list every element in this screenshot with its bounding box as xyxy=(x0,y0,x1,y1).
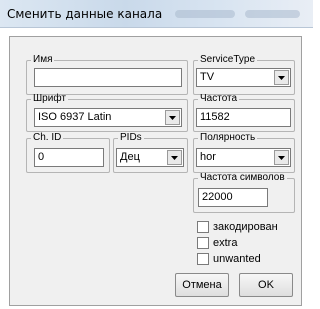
background-blur xyxy=(245,10,300,18)
polarity-select[interactable]: hor xyxy=(196,148,291,167)
name-label: Имя xyxy=(33,54,53,65)
unwanted-label: unwanted xyxy=(213,253,261,265)
chevron-down-icon xyxy=(278,76,285,80)
service-type-value: TV xyxy=(200,71,215,83)
font-label: Шрифт xyxy=(33,93,66,104)
font-dropdown-button[interactable] xyxy=(165,110,180,125)
ch-id-input[interactable]: 0 xyxy=(34,148,104,167)
checkbox-box[interactable] xyxy=(197,221,209,233)
pids-dropdown-button[interactable] xyxy=(167,150,182,165)
symbol-rate-label: Частота символов xyxy=(200,172,285,183)
frequency-label: Частота xyxy=(200,93,238,104)
title-bar[interactable]: Сменить данные канала xyxy=(0,0,313,28)
ch-id-label: Ch. ID xyxy=(33,132,62,143)
frequency-input[interactable]: 11582 xyxy=(196,108,291,127)
window-title: Сменить данные канала xyxy=(7,7,163,21)
checkbox-box[interactable] xyxy=(197,237,209,249)
polarity-dropdown-button[interactable] xyxy=(274,150,289,165)
name-input[interactable] xyxy=(34,68,182,87)
encrypted-checkbox[interactable]: закодирован xyxy=(197,221,297,234)
checkbox-box[interactable] xyxy=(197,253,209,265)
pids-value: Дец xyxy=(120,151,140,163)
chevron-down-icon xyxy=(169,116,176,120)
font-select[interactable]: ISO 6937 Latin xyxy=(34,108,182,127)
extra-label: extra xyxy=(213,237,238,249)
extra-checkbox[interactable]: extra xyxy=(197,237,297,250)
pids-label: PIDs xyxy=(120,132,142,143)
polarity-value: hor xyxy=(200,151,216,163)
polarity-label: Полярность xyxy=(200,132,256,143)
dialog-body: Имя ServiceType TV Шрифт ISO 6937 Latin … xyxy=(9,36,302,306)
background-blur xyxy=(175,10,235,18)
encrypted-label: закодирован xyxy=(213,221,278,233)
service-type-dropdown-button[interactable] xyxy=(274,70,289,85)
dialog-window: Сменить данные канала Имя ServiceType TV… xyxy=(0,0,313,309)
service-type-select[interactable]: TV xyxy=(196,68,291,87)
cancel-button[interactable]: Отмена xyxy=(175,273,229,297)
service-type-label: ServiceType xyxy=(200,54,256,65)
ok-button[interactable]: OK xyxy=(239,273,293,297)
chevron-down-icon xyxy=(171,156,178,160)
font-value: ISO 6937 Latin xyxy=(38,111,112,123)
symbol-rate-input[interactable]: 22000 xyxy=(198,188,268,207)
unwanted-checkbox[interactable]: unwanted xyxy=(197,253,297,266)
pids-select[interactable]: Дец xyxy=(116,148,184,167)
chevron-down-icon xyxy=(278,156,285,160)
